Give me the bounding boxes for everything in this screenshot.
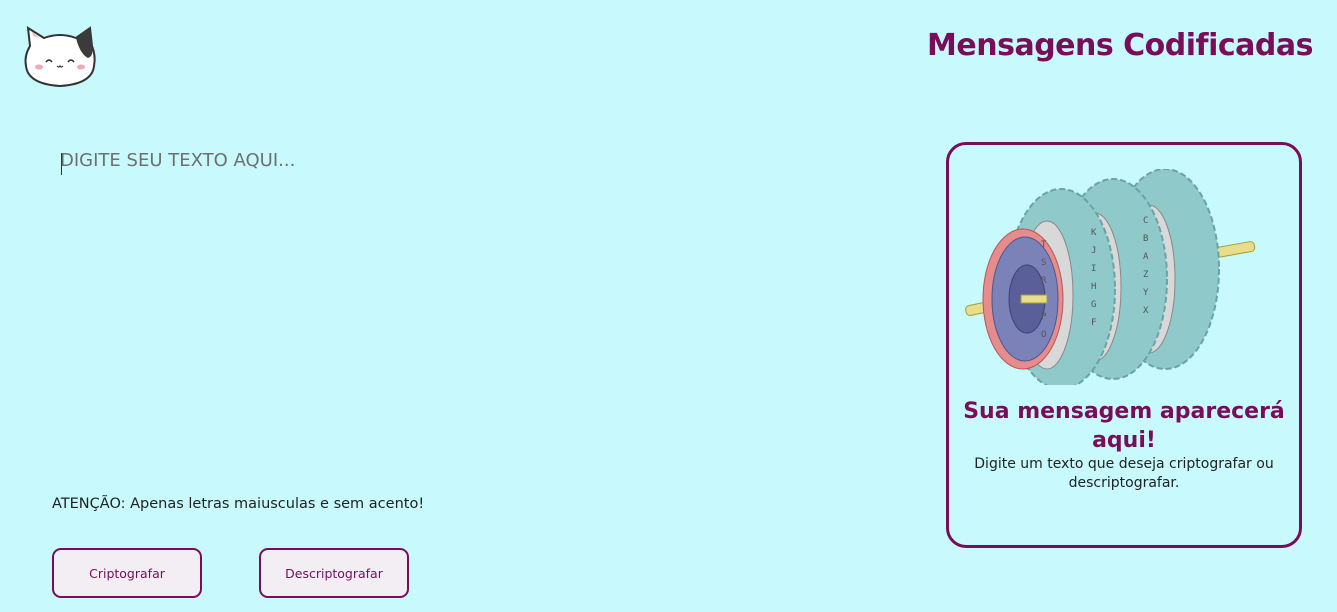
svg-text:Y: Y [1143,288,1149,298]
svg-text:G: G [1091,300,1096,310]
app-title: Mensagens Codificadas [927,28,1313,63]
warning-text: ATENÇÃO: Apenas letras maiusculas e sem … [52,496,425,512]
svg-text:B: B [1143,234,1148,244]
text-caret [61,153,62,175]
svg-text:F: F [1091,318,1096,328]
output-title: Sua mensagem aparecerá aqui! [963,399,1285,453]
svg-text:P: P [1041,312,1047,322]
page: Mensagens Codificadas ATENÇÃO: Apenas le… [0,0,1337,612]
svg-text:Z: Z [1143,270,1149,280]
svg-text:I: I [1091,264,1096,274]
cipher-wheel-icon: TSR QPO KJI HGF CBA ZYX [965,169,1256,385]
svg-text:H: H [1091,282,1096,292]
svg-text:X: X [1143,306,1149,316]
svg-text:O: O [1041,330,1046,340]
svg-text:S: S [1041,258,1046,268]
encrypt-button[interactable]: Criptografar [52,548,202,598]
decrypt-button[interactable]: Descriptografar [259,548,409,598]
svg-text:R: R [1041,276,1047,286]
svg-text:K: K [1091,228,1097,238]
cat-face-icon [24,26,96,88]
svg-text:T: T [1041,240,1047,250]
svg-text:A: A [1143,252,1149,262]
svg-text:C: C [1143,216,1148,226]
svg-text:J: J [1091,246,1096,256]
message-input[interactable] [60,150,880,470]
output-description: Digite um texto que deseja criptografar … [974,456,1274,491]
output-panel: TSR QPO KJI HGF CBA ZYX Sua mensagem apa… [946,142,1302,548]
